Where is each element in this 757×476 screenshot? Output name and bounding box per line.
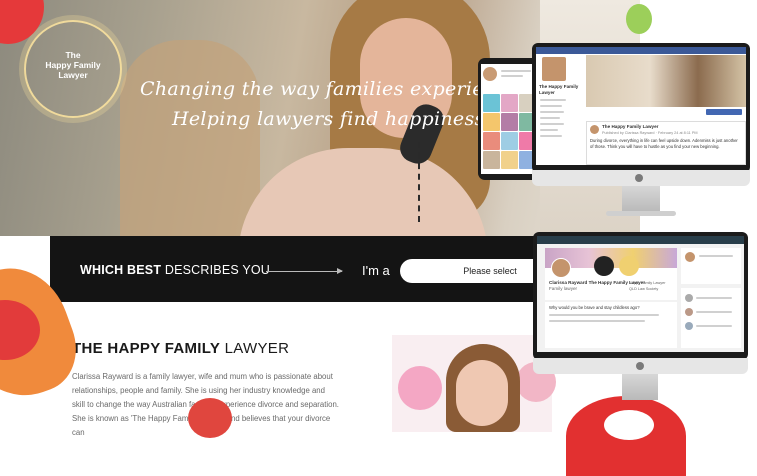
post-avatar <box>590 125 599 134</box>
monitor-stand-base <box>606 211 676 216</box>
text-line <box>501 75 523 77</box>
monitor-linkedin: Clarissa Rayward The Happy Family Lawyer… <box>533 232 748 360</box>
monitor-stand <box>622 374 658 400</box>
linkedin-topbar <box>537 236 744 244</box>
sidebar-avatar <box>685 252 695 262</box>
phone-screen <box>481 64 539 174</box>
nav-line <box>540 111 564 113</box>
grid-thumb[interactable] <box>501 113 518 131</box>
nav-line <box>540 117 560 119</box>
facebook-post: The Happy Family Lawyer Published by Cla… <box>586 121 746 165</box>
nav-line <box>540 129 558 131</box>
nav-line <box>540 123 564 125</box>
apple-logo-icon <box>635 174 643 182</box>
text-line <box>549 314 659 316</box>
arrow-right-icon <box>266 268 343 274</box>
person-avatar[interactable] <box>685 308 693 316</box>
decor-red-blob-mid <box>188 398 232 438</box>
badge-circle <box>619 256 639 276</box>
grid-thumb[interactable] <box>501 94 518 112</box>
people-also-viewed <box>681 288 741 348</box>
apple-logo-icon <box>636 362 644 370</box>
decor-green-blob <box>626 4 652 34</box>
text-line <box>696 297 732 299</box>
about-heading: THE HAPPY FAMILY LAWYER <box>72 340 289 357</box>
grid-thumb[interactable] <box>483 151 500 169</box>
monitor-chin <box>533 358 748 374</box>
post-meta: Published by Clarissa Rayward · February… <box>602 131 698 135</box>
about-heading-light: LAWYER <box>224 340 290 357</box>
monitor-chin <box>532 170 750 186</box>
monitor-stand <box>622 186 660 212</box>
logo-text[interactable]: The Happy Family Lawyer <box>24 50 122 80</box>
linkedin-post-text: Why would you be brave and stay childles… <box>549 305 640 310</box>
post-text: During divorce, everything in life can f… <box>590 138 738 149</box>
facebook-topbar <box>536 47 746 54</box>
nav-line <box>540 99 566 101</box>
about-heading-bold: THE HAPPY FAMILY <box>72 340 221 357</box>
profile-avatar[interactable] <box>551 258 571 278</box>
facebook-screen: The Happy Family Lawyer The Happy Family… <box>536 47 746 165</box>
background-figure <box>120 40 260 236</box>
text-line <box>696 325 732 327</box>
page-avatar[interactable] <box>542 57 566 81</box>
portrait-face <box>456 360 508 426</box>
grid-thumb[interactable] <box>501 151 518 169</box>
text-line <box>549 320 645 322</box>
decor-white-blob <box>604 410 654 440</box>
which-describes-label: WHICH BEST DESCRIBES YOU <box>80 263 270 277</box>
grid-thumb[interactable] <box>483 94 500 112</box>
sidebar-card <box>681 248 741 284</box>
avatar <box>483 67 497 81</box>
page-name[interactable]: The Happy Family Lawyer <box>539 84 583 96</box>
cover-photo <box>586 55 746 107</box>
nav-line <box>540 135 562 137</box>
im-a-label: I'm a <box>362 263 390 278</box>
grid-thumb[interactable] <box>501 132 518 150</box>
text-line <box>696 311 732 313</box>
badge2-text: QLD Law Society <box>629 287 659 291</box>
person-avatar[interactable] <box>685 322 693 330</box>
text-line <box>699 255 733 257</box>
phone-cord <box>418 142 442 222</box>
profile-sub: Family lawyer <box>549 286 578 291</box>
nav-line <box>540 105 562 107</box>
badge-circle <box>594 256 614 276</box>
linkedin-post: Why would you be brave and stay childles… <box>545 302 677 348</box>
which-light: DESCRIBES YOU <box>164 263 271 277</box>
flower-decor <box>398 366 442 410</box>
which-bold: WHICH BEST <box>80 263 162 277</box>
text-line <box>501 70 531 72</box>
grid-thumb[interactable] <box>483 113 500 131</box>
grid-thumb[interactable] <box>483 132 500 150</box>
facebook-button[interactable] <box>706 109 742 115</box>
linkedin-screen: Clarissa Rayward The Happy Family Lawyer… <box>537 236 744 352</box>
person-avatar[interactable] <box>685 294 693 302</box>
monitor-facebook: The Happy Family Lawyer The Happy Family… <box>532 43 750 173</box>
